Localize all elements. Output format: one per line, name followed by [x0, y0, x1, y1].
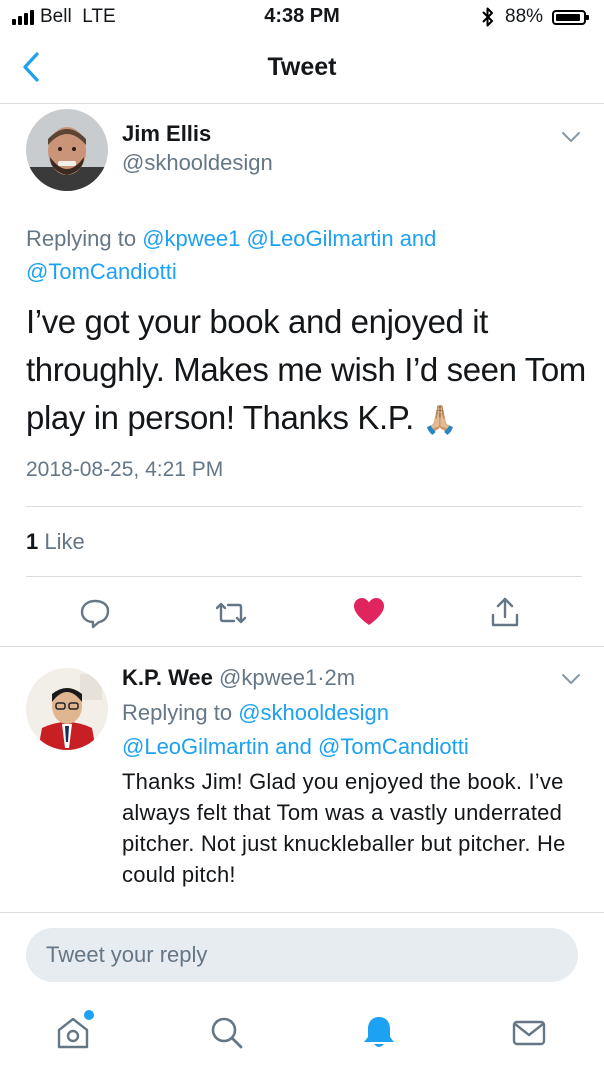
avatar-jim-ellis[interactable]	[26, 109, 108, 191]
likes-label: Like	[44, 529, 85, 554]
mention-link[interactable]: @LeoGilmartin	[122, 734, 269, 759]
chevron-down-icon[interactable]	[560, 672, 582, 686]
mention-link[interactable]: and	[400, 226, 437, 251]
reply-age: 2m	[324, 665, 356, 690]
chevron-down-icon[interactable]	[560, 130, 582, 144]
bluetooth-icon	[482, 7, 493, 27]
likes-count[interactable]: 1 Like	[26, 529, 85, 555]
likes-number: 1	[26, 529, 39, 554]
status-bar: Bell LTE 4:38 PM 88%	[0, 0, 604, 34]
page-title: Tweet	[267, 53, 337, 81]
retweet-icon[interactable]	[214, 596, 248, 630]
reply-author-name[interactable]: K.P. Wee	[122, 665, 213, 690]
replying-to: Replying to @kpwee1 @LeoGilmartin and @T…	[26, 222, 566, 288]
mention-link[interactable]: and	[275, 734, 312, 759]
tweet-text: I’ve got your book and enjoyed it throug…	[26, 298, 586, 444]
battery-icon	[552, 10, 589, 25]
reply-header: K.P. Wee @kpwee1·2m	[122, 665, 355, 691]
reply-author-handle[interactable]: @kpwee1	[219, 665, 317, 690]
replying-to-prefix: Replying to	[122, 700, 233, 725]
battery-percent: 88%	[505, 6, 544, 27]
reply-icon[interactable]	[78, 595, 112, 629]
tweet-timestamp: 2018-08-25, 4:21 PM	[26, 458, 224, 481]
mention-link[interactable]: @LeoGilmartin	[247, 226, 394, 251]
like-heart-icon[interactable]	[352, 595, 386, 629]
replying-to-prefix: Replying to	[26, 226, 137, 251]
reply-input[interactable]: Tweet your reply	[26, 928, 578, 982]
reply-text-viewport: Thanks Jim! Glad you enjoyed the book. I…	[0, 766, 604, 912]
mention-link[interactable]: @kpwee1	[142, 226, 240, 251]
mention-link[interactable]: @skhooldesign	[238, 700, 389, 725]
mail-icon[interactable]	[510, 1014, 548, 1052]
tweet-text-body: I’ve got your book and enjoyed it throug…	[26, 303, 586, 436]
reply-replying-to: Replying to @skhooldesign @LeoGilmartin …	[122, 696, 592, 764]
author-name[interactable]: Jim Ellis	[122, 121, 211, 147]
share-icon[interactable]	[488, 595, 522, 629]
avatar-kp-wee[interactable]	[26, 668, 108, 750]
mention-link[interactable]: @TomCandiotti	[26, 259, 177, 284]
pray-emoji: 🙏🏼	[422, 404, 458, 435]
reply-text: Thanks Jim! Glad you enjoyed the book. I…	[122, 769, 566, 887]
separator-dot: ·	[317, 665, 325, 690]
reply-input-placeholder: Tweet your reply	[46, 942, 208, 967]
divider	[26, 576, 582, 577]
divider	[0, 912, 604, 913]
divider	[0, 646, 604, 647]
divider	[26, 506, 582, 507]
mention-link[interactable]: @TomCandiotti	[318, 734, 469, 759]
divider	[0, 103, 604, 104]
author-handle[interactable]: @skhooldesign	[122, 150, 273, 176]
bell-icon[interactable]	[360, 1013, 398, 1051]
home-badge	[84, 1010, 94, 1020]
search-icon[interactable]	[208, 1014, 246, 1052]
